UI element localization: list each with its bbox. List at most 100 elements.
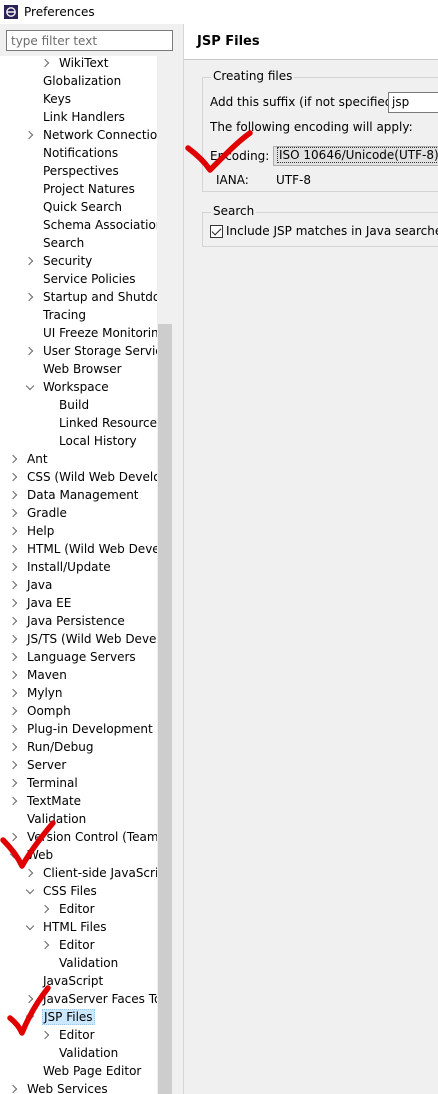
tree-item[interactable]: Workspace	[0, 378, 157, 396]
chevron-right-icon[interactable]	[40, 1026, 52, 1044]
tree-item[interactable]: Plug-in Development	[0, 720, 157, 738]
tree-item[interactable]: Local History	[0, 432, 157, 450]
chevron-down-icon[interactable]	[24, 882, 36, 900]
tree-item[interactable]: JS/TS (Wild Web Developer)	[0, 630, 157, 648]
tree-item[interactable]: Quick Search	[0, 198, 157, 216]
tree-item[interactable]: TextMate	[0, 792, 157, 810]
tree-item[interactable]: Web Services	[0, 1080, 157, 1094]
tree-item[interactable]: HTML (Wild Web Developer)	[0, 540, 157, 558]
tree-item[interactable]: Globalization	[0, 72, 157, 90]
filter-input[interactable]	[6, 30, 173, 51]
tree-item[interactable]: WikiText	[0, 56, 157, 72]
tree-item[interactable]: Maven	[0, 666, 157, 684]
tree-item[interactable]: Build	[0, 396, 157, 414]
tree-item[interactable]: Security	[0, 252, 157, 270]
tree-item[interactable]: JSP Files	[0, 1008, 157, 1026]
tree-item[interactable]: JavaScript	[0, 972, 157, 990]
chevron-right-icon[interactable]	[24, 252, 36, 270]
chevron-right-icon[interactable]	[8, 756, 20, 774]
tree-item[interactable]: Ant	[0, 450, 157, 468]
tree-item[interactable]: Web	[0, 846, 157, 864]
tree-item[interactable]: Java	[0, 576, 157, 594]
chevron-right-icon[interactable]	[8, 720, 20, 738]
chevron-right-icon[interactable]	[8, 792, 20, 810]
tree-item[interactable]: Install/Update	[0, 558, 157, 576]
chevron-right-icon[interactable]	[8, 738, 20, 756]
tree-item[interactable]: Linked Resources	[0, 414, 157, 432]
include-jsp-label[interactable]: Include JSP matches in Java searches	[226, 224, 438, 238]
chevron-right-icon[interactable]	[8, 486, 20, 504]
tree-item[interactable]: Run/Debug	[0, 738, 157, 756]
chevron-right-icon[interactable]	[8, 612, 20, 630]
tree-item[interactable]: CSS (Wild Web Developer)	[0, 468, 157, 486]
tree-item[interactable]: Language Servers	[0, 648, 157, 666]
chevron-right-icon[interactable]	[24, 990, 36, 1008]
tree-item[interactable]: Version Control (Team)	[0, 828, 157, 846]
tree-item[interactable]: Java Persistence	[0, 612, 157, 630]
suffix-input[interactable]: jsp	[388, 92, 438, 113]
tree-item[interactable]: Notifications	[0, 144, 157, 162]
chevron-right-icon[interactable]	[8, 630, 20, 648]
tree-item[interactable]: Terminal	[0, 774, 157, 792]
tree-item[interactable]: Editor	[0, 936, 157, 954]
tree-item[interactable]: Link Handlers	[0, 108, 157, 126]
chevron-right-icon[interactable]	[8, 504, 20, 522]
tree-item[interactable]: UI Freeze Monitoring	[0, 324, 157, 342]
tree-item[interactable]: Editor	[0, 1026, 157, 1044]
tree-item[interactable]: Project Natures	[0, 180, 157, 198]
tree-item[interactable]: Oomph	[0, 702, 157, 720]
tree-item[interactable]: Validation	[0, 954, 157, 972]
tree-scrollbar[interactable]	[157, 56, 173, 1094]
tree-item[interactable]: Web Browser	[0, 360, 157, 378]
chevron-right-icon[interactable]	[40, 900, 52, 918]
tree-item[interactable]: Startup and Shutdown	[0, 288, 157, 306]
chevron-right-icon[interactable]	[8, 774, 20, 792]
include-jsp-checkbox[interactable]	[210, 225, 223, 238]
chevron-right-icon[interactable]	[24, 288, 36, 306]
chevron-right-icon[interactable]	[8, 522, 20, 540]
tree-item[interactable]: Network Connections	[0, 126, 157, 144]
tree-item[interactable]: User Storage Service	[0, 342, 157, 360]
chevron-right-icon[interactable]	[8, 576, 20, 594]
chevron-down-icon[interactable]	[8, 846, 20, 864]
chevron-right-icon[interactable]	[8, 1080, 20, 1094]
chevron-right-icon[interactable]	[24, 864, 36, 882]
chevron-right-icon[interactable]	[8, 648, 20, 666]
tree-item[interactable]: Keys	[0, 90, 157, 108]
tree-item[interactable]: Client-side JavaScript	[0, 864, 157, 882]
chevron-right-icon[interactable]	[8, 594, 20, 612]
tree-item[interactable]: Tracing	[0, 306, 157, 324]
chevron-right-icon[interactable]	[40, 936, 52, 954]
tree-item[interactable]: Help	[0, 522, 157, 540]
chevron-right-icon[interactable]	[8, 684, 20, 702]
tree-item[interactable]: Schema Associations	[0, 216, 157, 234]
chevron-right-icon[interactable]	[8, 666, 20, 684]
chevron-right-icon[interactable]	[8, 828, 20, 846]
tree-item[interactable]: Gradle	[0, 504, 157, 522]
tree-scrollbar-thumb[interactable]	[158, 324, 172, 1094]
chevron-down-icon[interactable]	[24, 378, 36, 396]
chevron-right-icon[interactable]	[40, 56, 52, 72]
tree-item[interactable]: JavaServer Faces Tools	[0, 990, 157, 1008]
tree-item[interactable]: Web Page Editor	[0, 1062, 157, 1080]
chevron-right-icon[interactable]	[8, 702, 20, 720]
tree-item[interactable]: Editor	[0, 900, 157, 918]
tree-item[interactable]: Java EE	[0, 594, 157, 612]
tree-item[interactable]: Validation	[0, 1044, 157, 1062]
chevron-right-icon[interactable]	[24, 126, 36, 144]
tree-item[interactable]: Server	[0, 756, 157, 774]
chevron-down-icon[interactable]	[24, 918, 36, 936]
tree-item[interactable]: HTML Files	[0, 918, 157, 936]
chevron-down-icon[interactable]	[24, 1008, 36, 1026]
tree-item[interactable]: Mylyn	[0, 684, 157, 702]
encoding-select[interactable]: ISO 10646/Unicode(UTF-8)	[273, 146, 438, 166]
chevron-right-icon[interactable]	[8, 558, 20, 576]
tree-item[interactable]: Perspectives	[0, 162, 157, 180]
chevron-right-icon[interactable]	[24, 342, 36, 360]
tree-item[interactable]: Data Management	[0, 486, 157, 504]
tree-item[interactable]: Service Policies	[0, 270, 157, 288]
chevron-right-icon[interactable]	[8, 540, 20, 558]
tree-item[interactable]: Validation	[0, 810, 157, 828]
chevron-right-icon[interactable]	[8, 450, 20, 468]
chevron-right-icon[interactable]	[8, 468, 20, 486]
